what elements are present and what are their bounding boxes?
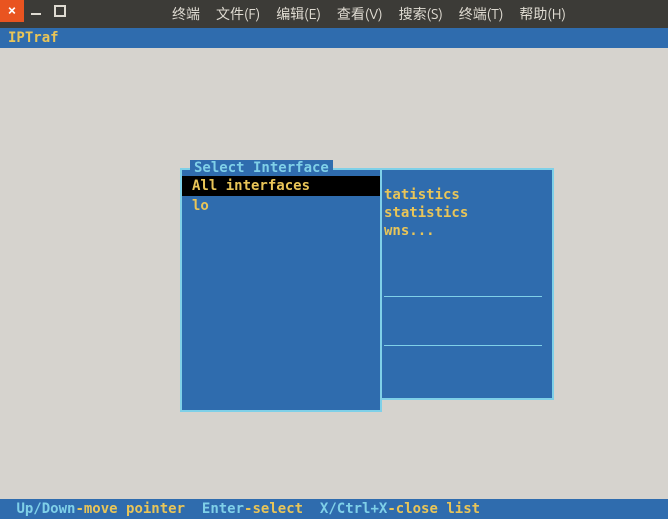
hint-key-enter: Enter	[202, 501, 244, 517]
close-button[interactable]: ×	[0, 0, 24, 22]
terminal-area: IPTraf tatistics statistics wns... Selec…	[0, 28, 668, 519]
back-panel-line: tatistics	[384, 186, 542, 204]
hint-key-updown: Up/Down	[16, 501, 75, 517]
background-menu-panel: tatistics statistics wns...	[378, 168, 554, 400]
dialog-title: Select Interface	[190, 160, 333, 176]
app-title: IPTraf	[0, 28, 668, 48]
separator	[384, 345, 542, 346]
interface-item-lo[interactable]: lo	[182, 196, 380, 216]
menubar: 终端 文件(F) 编辑(E) 查看(V) 搜索(S) 终端(T) 帮助(H)	[72, 0, 566, 28]
back-panel-line: wns...	[384, 222, 542, 240]
separator	[384, 296, 542, 297]
interface-item-all[interactable]: All interfaces	[182, 176, 380, 196]
menu-file[interactable]: 文件(F)	[216, 4, 260, 24]
window-titlebar: × 终端 文件(F) 编辑(E) 查看(V) 搜索(S) 终端(T) 帮助(H)	[0, 0, 668, 28]
menu-terminal-label[interactable]: 终端	[172, 4, 200, 24]
back-panel-line: statistics	[384, 204, 542, 222]
interface-list[interactable]: All interfaces lo	[182, 170, 380, 216]
maximize-button[interactable]	[48, 0, 72, 22]
menu-edit[interactable]: 编辑(E)	[276, 4, 321, 24]
hint-text: -close list	[387, 501, 480, 517]
menu-help[interactable]: 帮助(H)	[519, 4, 566, 24]
select-interface-dialog: Select Interface All interfaces lo	[180, 168, 382, 412]
menu-view[interactable]: 查看(V)	[337, 4, 383, 24]
menu-search[interactable]: 搜索(S)	[399, 4, 443, 24]
hint-text: -move pointer	[75, 501, 201, 517]
hint-text: -select	[244, 501, 320, 517]
menu-terminal[interactable]: 终端(T)	[459, 4, 504, 24]
status-bar: Up/Down-move pointer Enter-select X/Ctrl…	[0, 499, 668, 519]
minimize-button[interactable]	[24, 0, 48, 22]
hint-key-x: X/Ctrl+X	[320, 501, 387, 517]
